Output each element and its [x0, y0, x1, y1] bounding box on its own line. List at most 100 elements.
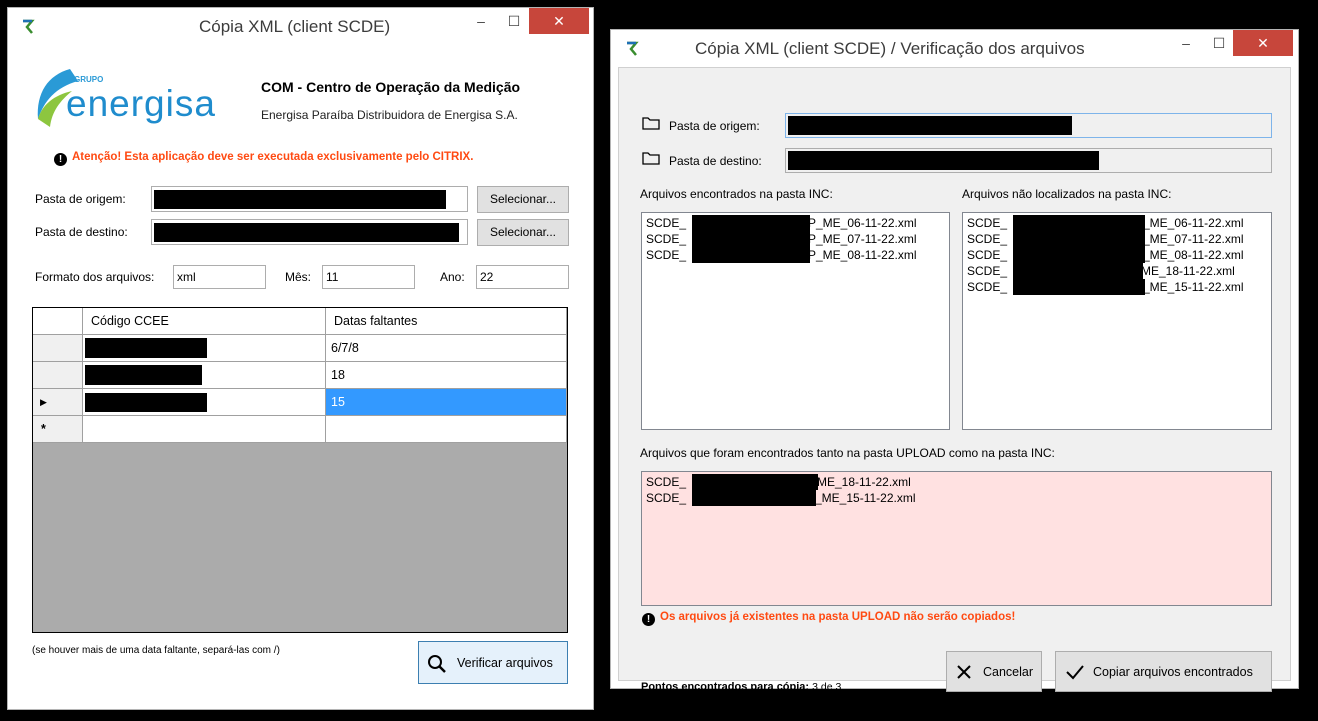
redacted-file-code — [1013, 231, 1145, 247]
codigo-cell[interactable] — [83, 335, 326, 362]
app-icon — [23, 19, 35, 34]
row-header-current[interactable]: ▶ — [33, 389, 83, 416]
column-header-datas[interactable]: Datas faltantes — [326, 308, 567, 335]
row-header[interactable] — [33, 335, 83, 362]
table-row[interactable]: 18 — [33, 362, 567, 389]
format-input[interactable]: xml — [173, 265, 266, 289]
verification-window: Cópia XML (client SCDE) / Verificação do… — [610, 29, 1299, 693]
codigo-cell[interactable] — [83, 416, 326, 443]
minimize-button[interactable]: – — [1169, 30, 1203, 56]
points-found: Pontos encontrados para cópia: 3 de 3 — [641, 681, 841, 693]
codigo-cell[interactable] — [83, 389, 326, 416]
verification-client-area: Pasta de origem: Pasta de destino: Arqui… — [618, 67, 1291, 693]
header-subtitle: Energisa Paraíba Distribuidora de Energi… — [261, 108, 518, 122]
redacted-code — [85, 338, 207, 358]
datas-cell[interactable]: 6/7/8 — [326, 335, 567, 362]
list-item[interactable]: SCDE_ P_ME_08-11-22.xml — [646, 247, 945, 263]
column-header-codigo[interactable]: Código CCEE — [83, 308, 326, 335]
app-icon — [627, 41, 639, 56]
file-prefix: SCDE_ — [967, 280, 1008, 294]
table-row[interactable]: 6/7/8 — [33, 335, 567, 362]
energisa-logo: GRUPO energisa — [30, 61, 240, 131]
list-item[interactable]: SCDE_ _ME_15-11-22.xml — [967, 279, 1267, 295]
file-suffix: ME_18-11-22.xml — [817, 475, 911, 489]
dest-path-display[interactable] — [785, 148, 1272, 173]
header-title: COM - Centro de Operação da Medição — [261, 79, 521, 95]
redacted-file-code — [692, 247, 810, 263]
title-bar[interactable]: Cópia XML (client SCDE) – ☐ ✕ — [8, 8, 593, 45]
origin-label: Pasta de origem: — [669, 119, 760, 133]
table-new-row[interactable]: * — [33, 416, 567, 443]
close-button[interactable]: ✕ — [529, 8, 589, 34]
origin-path-input[interactable] — [151, 186, 468, 212]
file-prefix: SCDE_ — [646, 248, 687, 262]
file-suffix: _ME_08-11-22.xml — [1143, 248, 1244, 262]
codigo-cell[interactable] — [83, 362, 326, 389]
year-label: Ano: — [440, 270, 465, 284]
search-icon — [428, 655, 446, 673]
verify-files-label: Verificar arquivos — [457, 656, 553, 670]
redacted-dest-path — [154, 223, 459, 242]
month-label: Mês: — [285, 270, 312, 284]
datas-cell[interactable]: 18 — [326, 362, 567, 389]
file-prefix: SCDE_ — [646, 216, 687, 230]
select-origin-button[interactable]: Selecionar... — [477, 186, 569, 213]
list-item[interactable]: SCDE_ _ME_06-11-22.xml — [967, 215, 1267, 231]
file-suffix: P_ME_08-11-22.xml — [808, 248, 917, 262]
redacted-code — [85, 393, 207, 412]
grid-corner-cell — [33, 308, 83, 335]
title-bar[interactable]: Cópia XML (client SCDE) / Verificação do… — [611, 30, 1298, 67]
list-item[interactable]: SCDE_ _ME_15-11-22.xml — [646, 490, 1267, 506]
dest-label: Pasta de destino: — [35, 225, 128, 239]
close-button[interactable]: ✕ — [1233, 30, 1293, 56]
redacted-dest-path — [788, 151, 1099, 170]
list-item[interactable]: SCDE_ _ME_07-11-22.xml — [967, 231, 1267, 247]
file-suffix: P_ME_07-11-22.xml — [808, 232, 917, 246]
notfound-files-label: Arquivos não localizados na pasta INC: — [962, 187, 1172, 201]
codes-data-grid[interactable]: Código CCEE Datas faltantes 6/7/8 18 ▶ 1… — [32, 307, 568, 633]
file-prefix: SCDE_ — [646, 232, 687, 246]
file-prefix: SCDE_ — [967, 248, 1008, 262]
copy-files-button[interactable]: Copiar arquivos encontrados — [1055, 651, 1272, 692]
dest-path-input[interactable] — [151, 219, 468, 245]
cancel-button[interactable]: Cancelar — [946, 651, 1042, 692]
found-files-list[interactable]: SCDE_ P_ME_06-11-22.xml SCDE_ P_ME_07-11-2… — [641, 212, 950, 430]
redacted-origin-path — [788, 116, 1072, 135]
table-row-selected[interactable]: ▶ 15 — [33, 389, 567, 416]
file-prefix: SCDE_ — [967, 264, 1008, 278]
close-icon — [957, 665, 971, 679]
row-header-new[interactable]: * — [33, 416, 83, 443]
row-header[interactable] — [33, 362, 83, 389]
folder-icon — [642, 152, 660, 165]
verify-files-button[interactable]: Verificar arquivos — [418, 641, 568, 684]
month-input[interactable]: 11 — [322, 265, 415, 289]
origin-path-display[interactable] — [785, 113, 1272, 138]
list-item[interactable]: SCDE_ P_ME_07-11-22.xml — [646, 231, 945, 247]
datas-cell[interactable] — [326, 416, 567, 443]
list-item[interactable]: SCDE_ ME_18-11-22.xml — [646, 474, 1267, 490]
both-files-list[interactable]: SCDE_ ME_18-11-22.xml SCDE_ _ME_15-11-22.x… — [641, 471, 1272, 606]
redacted-file-code — [692, 231, 810, 247]
datas-cell-selected[interactable]: 15 — [326, 389, 567, 416]
maximize-button[interactable]: ☐ — [1202, 30, 1236, 56]
upload-warning-text: Os arquivos já existentes na pasta UPLOA… — [660, 611, 1016, 623]
year-input[interactable]: 22 — [476, 265, 569, 289]
citrix-warning-text: Atenção! Esta aplicação deve ser executa… — [72, 151, 474, 163]
file-prefix: SCDE_ — [967, 216, 1008, 230]
notfound-files-list[interactable]: SCDE_ _ME_06-11-22.xml SCDE_ _ME_07-11-22.… — [962, 212, 1272, 430]
citrix-warning: ! Atenção! Esta aplicação deve ser execut… — [54, 151, 473, 166]
select-dest-button[interactable]: Selecionar... — [477, 219, 569, 246]
file-prefix: SCDE_ — [646, 475, 687, 489]
folder-icon — [642, 117, 660, 130]
file-suffix: _ME_15-11-22.xml — [1143, 280, 1244, 294]
hint-text: (se houver mais de uma data faltante, se… — [32, 645, 280, 656]
list-item[interactable]: SCDE_ P_ME_06-11-22.xml — [646, 215, 945, 231]
checkmark-icon — [1066, 665, 1084, 680]
maximize-button[interactable]: ☐ — [497, 8, 531, 34]
list-item[interactable]: SCDE_ _ME_08-11-22.xml — [967, 247, 1267, 263]
list-item[interactable]: SCDE_ ME_18-11-22.xml — [967, 263, 1267, 279]
cancel-label: Cancelar — [983, 665, 1034, 679]
file-suffix: ME_18-11-22.xml — [1141, 264, 1235, 278]
minimize-button[interactable]: – — [464, 8, 498, 34]
points-label: Pontos encontrados para cópia: — [641, 681, 810, 693]
